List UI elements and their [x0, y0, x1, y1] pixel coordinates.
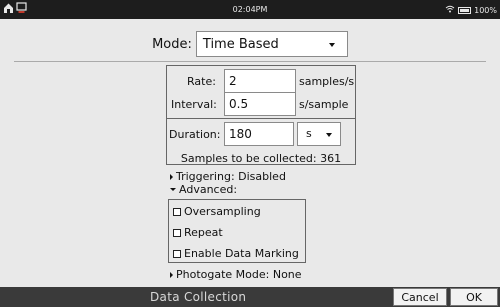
advanced-label: Advanced:	[179, 183, 238, 196]
ok-button[interactable]: OK	[450, 288, 498, 306]
data-marking-option[interactable]: Enable Data Marking	[173, 247, 299, 260]
rate-unit: samples/s	[299, 75, 355, 88]
settings-divider	[167, 118, 355, 119]
wifi-icon	[445, 5, 455, 15]
rate-label: Rate:	[187, 75, 216, 88]
mode-label: Mode:	[152, 36, 192, 52]
triggering-expander[interactable]: Triggering: Disabled	[170, 170, 286, 183]
expand-right-icon	[170, 271, 173, 278]
divider	[14, 61, 486, 62]
interval-unit: s/sample	[299, 98, 349, 111]
oversampling-option[interactable]: Oversampling	[173, 205, 261, 218]
status-right: 100%	[445, 5, 497, 15]
repeat-label: Repeat	[184, 226, 223, 239]
oversampling-checkbox[interactable]	[173, 207, 181, 216]
advanced-options: Oversampling Repeat Enable Data Marking	[168, 199, 306, 263]
collection-settings: Rate: 2 samples/s Interval: 0.5 s/sample…	[166, 65, 356, 165]
duration-input[interactable]: 180	[224, 122, 294, 146]
samples-to-collect: Samples to be collected: 361	[180, 152, 342, 165]
footer-bar: Data Collection Cancel OK	[0, 287, 500, 307]
mode-row: Mode: Time Based	[0, 30, 500, 58]
duration-label: Duration:	[169, 128, 221, 141]
expand-down-icon	[170, 188, 176, 191]
chevron-down-icon	[326, 133, 332, 137]
advanced-expander[interactable]: Advanced:	[170, 183, 237, 196]
mode-value: Time Based	[202, 36, 279, 52]
footer-title: Data Collection	[150, 290, 247, 304]
cancel-button[interactable]: Cancel	[393, 288, 447, 306]
rate-input[interactable]: 2	[224, 69, 296, 93]
data-marking-checkbox[interactable]	[173, 249, 181, 258]
battery-text: 100%	[474, 5, 497, 15]
triggering-label: Triggering: Disabled	[176, 170, 286, 183]
chevron-down-icon	[328, 43, 335, 47]
photogate-label: Photogate Mode: None	[176, 268, 302, 281]
status-bar: 02:04PM 100%	[0, 0, 500, 19]
status-time: 02:04PM	[232, 5, 268, 14]
duration-unit-dropdown[interactable]: s	[297, 122, 341, 146]
interval-label: Interval:	[171, 98, 217, 111]
data-marking-label: Enable Data Marking	[184, 247, 299, 260]
duration-unit-value: s	[306, 127, 312, 140]
photogate-expander[interactable]: Photogate Mode: None	[170, 268, 302, 281]
interval-input[interactable]: 0.5	[224, 92, 296, 116]
oversampling-label: Oversampling	[184, 205, 261, 218]
repeat-checkbox[interactable]	[173, 228, 181, 237]
repeat-option[interactable]: Repeat	[173, 226, 223, 239]
mode-dropdown[interactable]: Time Based	[195, 31, 348, 57]
expand-right-icon	[170, 173, 173, 180]
battery-icon	[458, 6, 472, 14]
